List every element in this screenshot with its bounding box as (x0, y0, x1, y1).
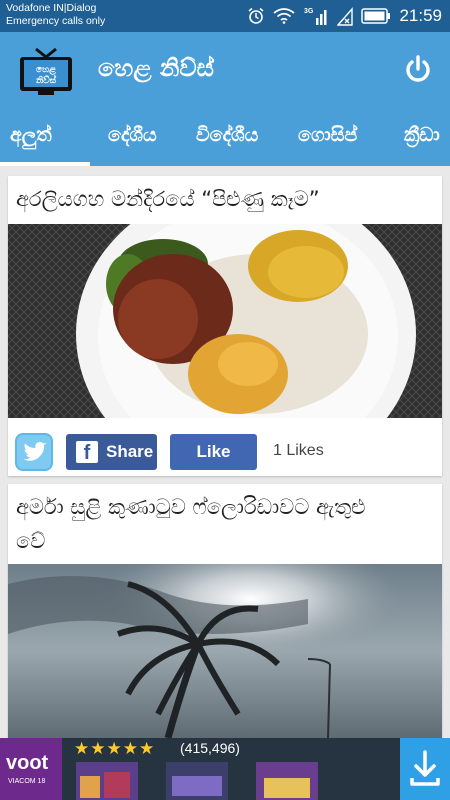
like-count: 1 Likes (273, 442, 324, 459)
news-card[interactable]: අර්මා සුළි කුණාටුව ෆ්ලොරිඩාවට ඇතුළු වේ (8, 484, 442, 738)
power-icon[interactable] (402, 54, 434, 86)
status-bar: Vodafone IN|Dialog Emergency calls only … (0, 0, 450, 32)
tab-sports[interactable]: ක්‍රීඩා (404, 124, 440, 146)
network-type: 3G (304, 8, 314, 15)
twitter-icon[interactable] (14, 432, 54, 472)
download-icon[interactable] (400, 738, 450, 800)
carrier-info: Vodafone IN|Dialog Emergency calls only (6, 2, 105, 28)
ad-screenshot-thumb (256, 762, 318, 800)
ad-brand: voot (6, 752, 49, 774)
share-row: f Share Like 1 Likes (8, 430, 442, 474)
wifi-icon (273, 8, 296, 24)
tab-local[interactable]: දේශීය (108, 124, 157, 146)
article-image[interactable] (8, 224, 442, 418)
news-card[interactable]: අරලියගහ මන්දිරයේ “පිළුණු කෑම” f Share Li… (8, 176, 442, 476)
no-sim-signal-icon (337, 7, 354, 26)
article-image[interactable] (8, 564, 442, 738)
voot-logo[interactable]: voot VIACOM 18 (0, 738, 62, 800)
article-title[interactable]: අර්මා සුළි කුණාටුව ෆ්ලොරිඩාවට ඇතුළු වේ (16, 490, 434, 558)
facebook-icon: f (76, 441, 98, 464)
signal-icon: 3G (304, 8, 327, 25)
ad-brand-sub: VIACOM 18 (8, 778, 46, 785)
rating-stars: ★★★★★ (74, 739, 156, 759)
emergency-text: Emergency calls only (6, 15, 106, 27)
status-icons: 3G 21:59 (247, 4, 442, 28)
facebook-like-button[interactable]: Like (170, 434, 257, 470)
storm-palm-image (8, 564, 442, 738)
carrier-name: Vodafone IN|Dialog (6, 2, 97, 14)
article-title-line: වේ (16, 529, 46, 553)
tab-gossip[interactable]: ගොසිප් (298, 124, 357, 146)
alarm-icon (248, 7, 264, 24)
article-title[interactable]: අරලියගහ මන්දිරයේ “පිළුණු කෑම” (16, 182, 434, 216)
app-bar: හෙළ නිව්ස් හෙළ නිව්ස් (0, 32, 450, 112)
logo-text-top: හෙළ (36, 65, 56, 76)
ad-screenshot-thumb (166, 762, 228, 800)
tv-logo-icon: හෙළ නිව්ස් (20, 47, 72, 95)
share-label: Share (106, 442, 154, 461)
battery-icon (361, 8, 391, 24)
clock: 21:59 (399, 6, 442, 25)
category-tabs: අලුත් දේශීය විදේශීය ගොසිප් ක්‍රීඩා (0, 112, 450, 166)
app-title: හෙළ නිව්ස් (98, 54, 214, 82)
active-tab-indicator (0, 162, 90, 166)
facebook-share-button[interactable]: f Share (66, 434, 157, 470)
ad-screenshot-thumb (76, 762, 138, 800)
ad-banner[interactable]: voot VIACOM 18 ★★★★★ (415,496) (0, 738, 450, 800)
food-plate-image (8, 224, 442, 418)
rating-count: (415,496) (180, 740, 240, 756)
tab-latest[interactable]: අලුත් (10, 124, 52, 146)
article-title-line: අර්මා සුළි කුණාටුව ෆ්ලොරිඩාවට ඇතුළු (16, 495, 366, 519)
ad-content[interactable]: ★★★★★ (415,496) (62, 738, 433, 800)
logo-text-bottom: නිව්ස් (35, 74, 57, 86)
tab-foreign[interactable]: විදේශීය (196, 124, 258, 146)
